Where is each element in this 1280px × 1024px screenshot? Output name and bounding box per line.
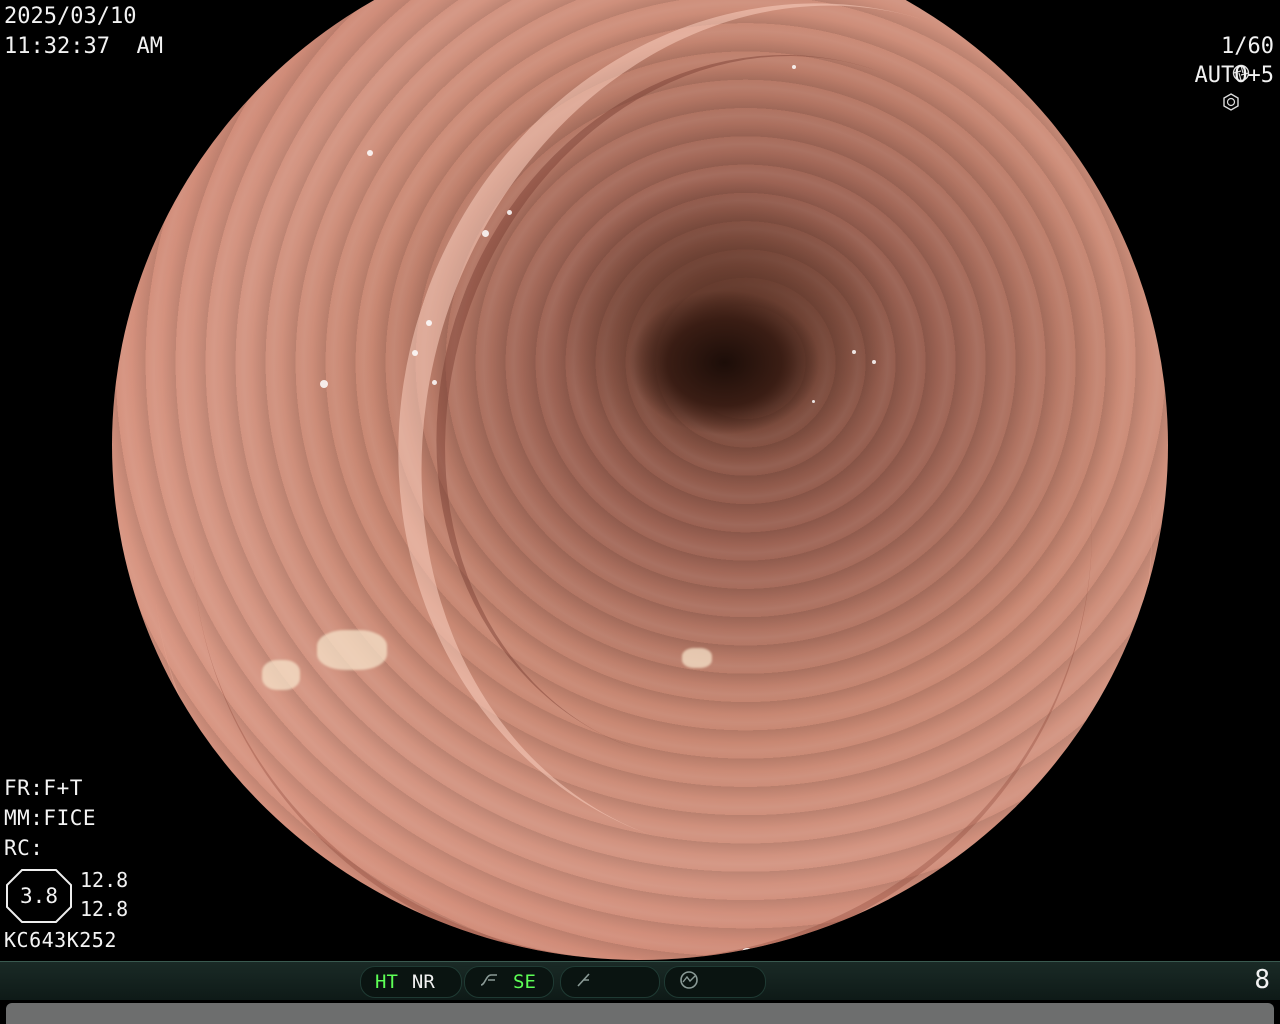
light-reflection: [320, 380, 328, 388]
debris-patch: [682, 648, 712, 668]
date-text: 2025/03/10: [4, 4, 137, 29]
mm-mode: MM:FICE: [4, 806, 97, 830]
enhance-icon: [575, 971, 593, 993]
ht-nr-group: HT NR: [360, 966, 462, 998]
light-reflection: [412, 350, 418, 356]
side-value-bottom: 12.8: [80, 897, 129, 921]
debris-patch: [317, 630, 387, 670]
enhance-group: [560, 966, 660, 998]
endoscope-image: [112, 0, 1168, 960]
dial-group: [664, 966, 766, 998]
light-reflection: [852, 350, 856, 354]
bottom-panel: [6, 1003, 1274, 1024]
time-text: 11:32:37 AM: [4, 34, 163, 59]
fr-mode: FR:F+T: [4, 776, 83, 800]
aperture-icon: [1179, 38, 1250, 81]
shutter-readout: 1/60: [1179, 34, 1274, 81]
octagon-indicator: 3.8: [6, 869, 72, 923]
light-reflection: [432, 380, 437, 385]
rc-mode: RC:: [4, 836, 44, 860]
light-reflection: [367, 150, 373, 156]
shutter-value: 1/60: [1221, 34, 1274, 59]
debris-patch: [262, 660, 300, 690]
light-reflection: [777, 948, 785, 956]
se-indicator: SE: [513, 971, 536, 993]
light-reflection: [792, 65, 796, 69]
status-bar: HT NR SE: [0, 961, 1280, 1000]
scope-id: KC643K252: [4, 928, 117, 952]
light-reflection: [507, 210, 512, 215]
side-value-top: 12.8: [80, 868, 129, 892]
tone-curve-icon: [479, 971, 499, 993]
iris-value: AUTO+5: [1194, 63, 1274, 88]
page-number: 8: [1254, 965, 1270, 995]
ht-indicator: HT: [375, 971, 398, 993]
iris-icon: [1169, 67, 1239, 111]
light-reflection: [812, 400, 815, 403]
light-reflection: [482, 230, 489, 237]
se-group: SE: [464, 966, 554, 998]
iris-readout: AUTO+5: [1169, 63, 1274, 111]
dial-icon: [679, 970, 699, 995]
nr-indicator: NR: [411, 971, 435, 993]
light-reflection: [742, 948, 752, 956]
light-reflection: [872, 360, 876, 364]
octagon-value: 3.8: [20, 884, 58, 908]
light-reflection: [426, 320, 432, 326]
